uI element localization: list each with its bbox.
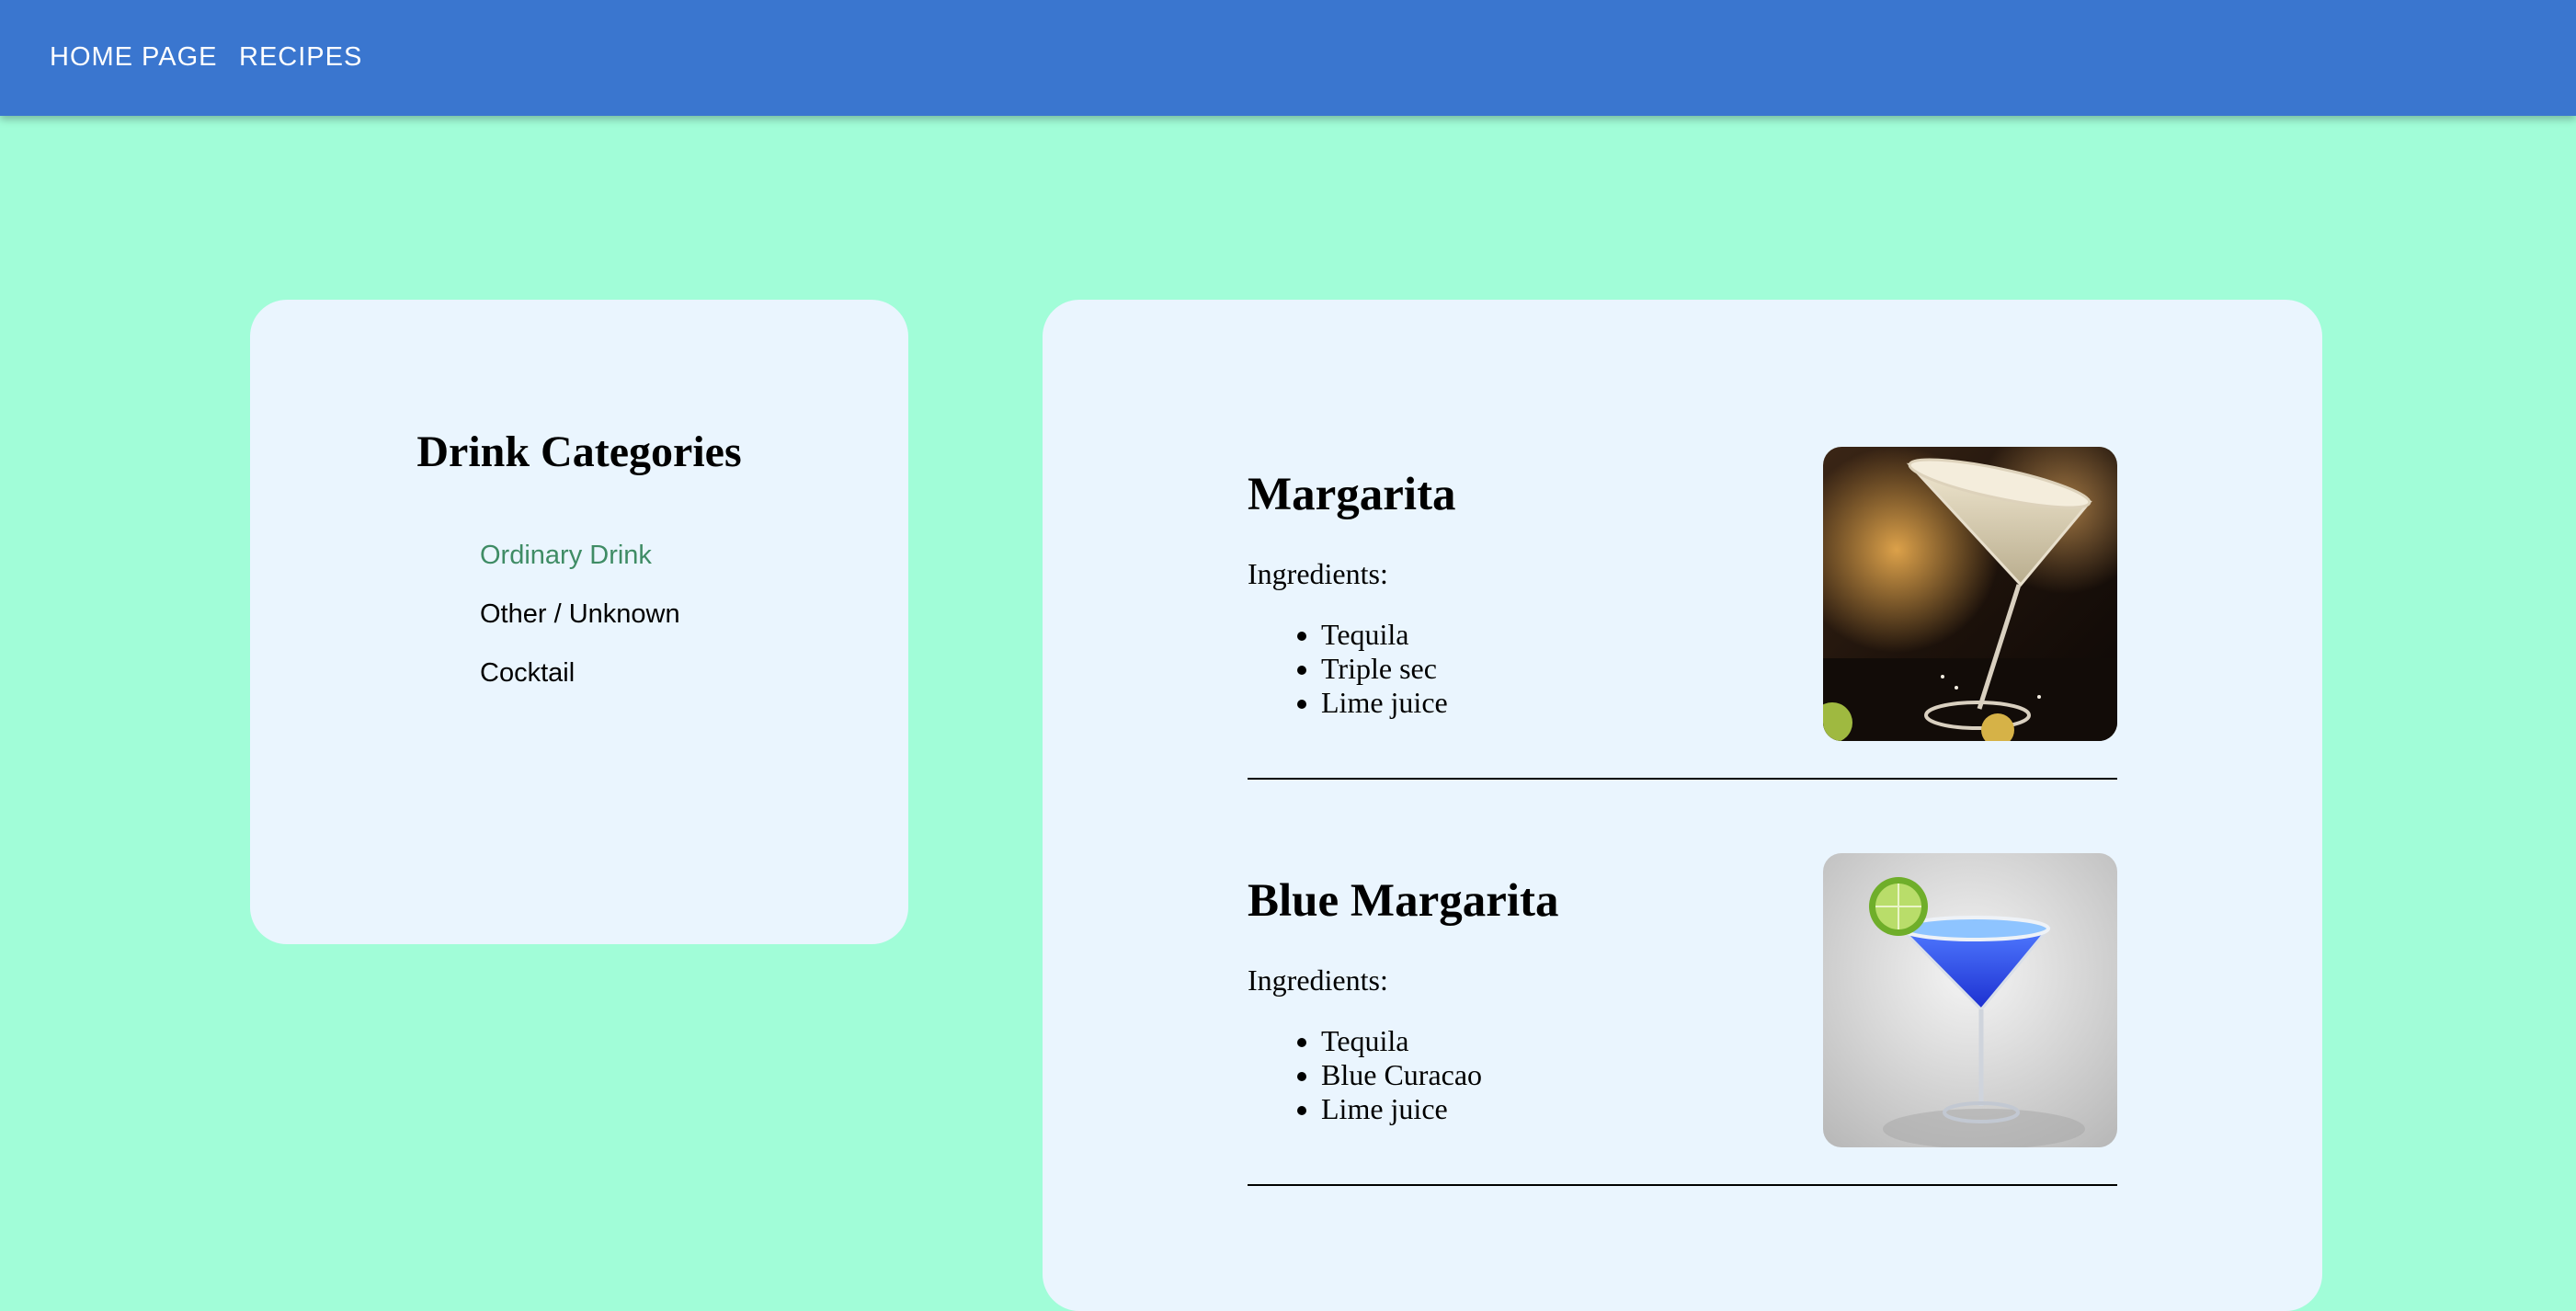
ingredient-item: Blue Curacao bbox=[1321, 1058, 1482, 1092]
ingredient-item: Lime juice bbox=[1321, 1092, 1482, 1126]
ingredient-item: Lime juice bbox=[1321, 686, 1448, 720]
recipes-card bbox=[1043, 300, 2322, 1311]
ingredient-list: Tequila Triple sec Lime juice bbox=[1248, 618, 1448, 720]
recipe-title: Blue Margarita bbox=[1248, 875, 1559, 927]
ingredient-item: Triple sec bbox=[1321, 652, 1448, 686]
recipe-divider bbox=[1248, 778, 2117, 780]
blue-margarita-image bbox=[1823, 853, 2117, 1147]
nav-home-link[interactable]: HOME PAGE bbox=[50, 40, 218, 74]
categories-title: Drink Categories bbox=[416, 428, 742, 476]
recipe-title: Margarita bbox=[1248, 469, 1456, 520]
nav-recipes-link[interactable]: RECIPES bbox=[239, 40, 362, 74]
recipe-divider bbox=[1248, 1184, 2117, 1186]
category-item-other-unknown[interactable]: Other / Unknown bbox=[480, 598, 680, 656]
top-navbar: HOME PAGE RECIPES bbox=[0, 0, 2576, 116]
ingredient-list: Tequila Blue Curacao Lime juice bbox=[1248, 1024, 1482, 1126]
category-item-ordinary-drink[interactable]: Ordinary Drink bbox=[480, 539, 680, 598]
category-list: Ordinary Drink Other / Unknown Cocktail bbox=[480, 539, 680, 715]
ingredients-label: Ingredients: bbox=[1248, 963, 1388, 997]
margarita-image bbox=[1823, 447, 2117, 741]
ingredients-label: Ingredients: bbox=[1248, 557, 1388, 590]
ingredient-item: Tequila bbox=[1321, 618, 1448, 652]
category-item-cocktail[interactable]: Cocktail bbox=[480, 656, 680, 715]
ingredient-item: Tequila bbox=[1321, 1024, 1482, 1058]
categories-card: Drink Categories Ordinary Drink Other / … bbox=[250, 300, 908, 944]
